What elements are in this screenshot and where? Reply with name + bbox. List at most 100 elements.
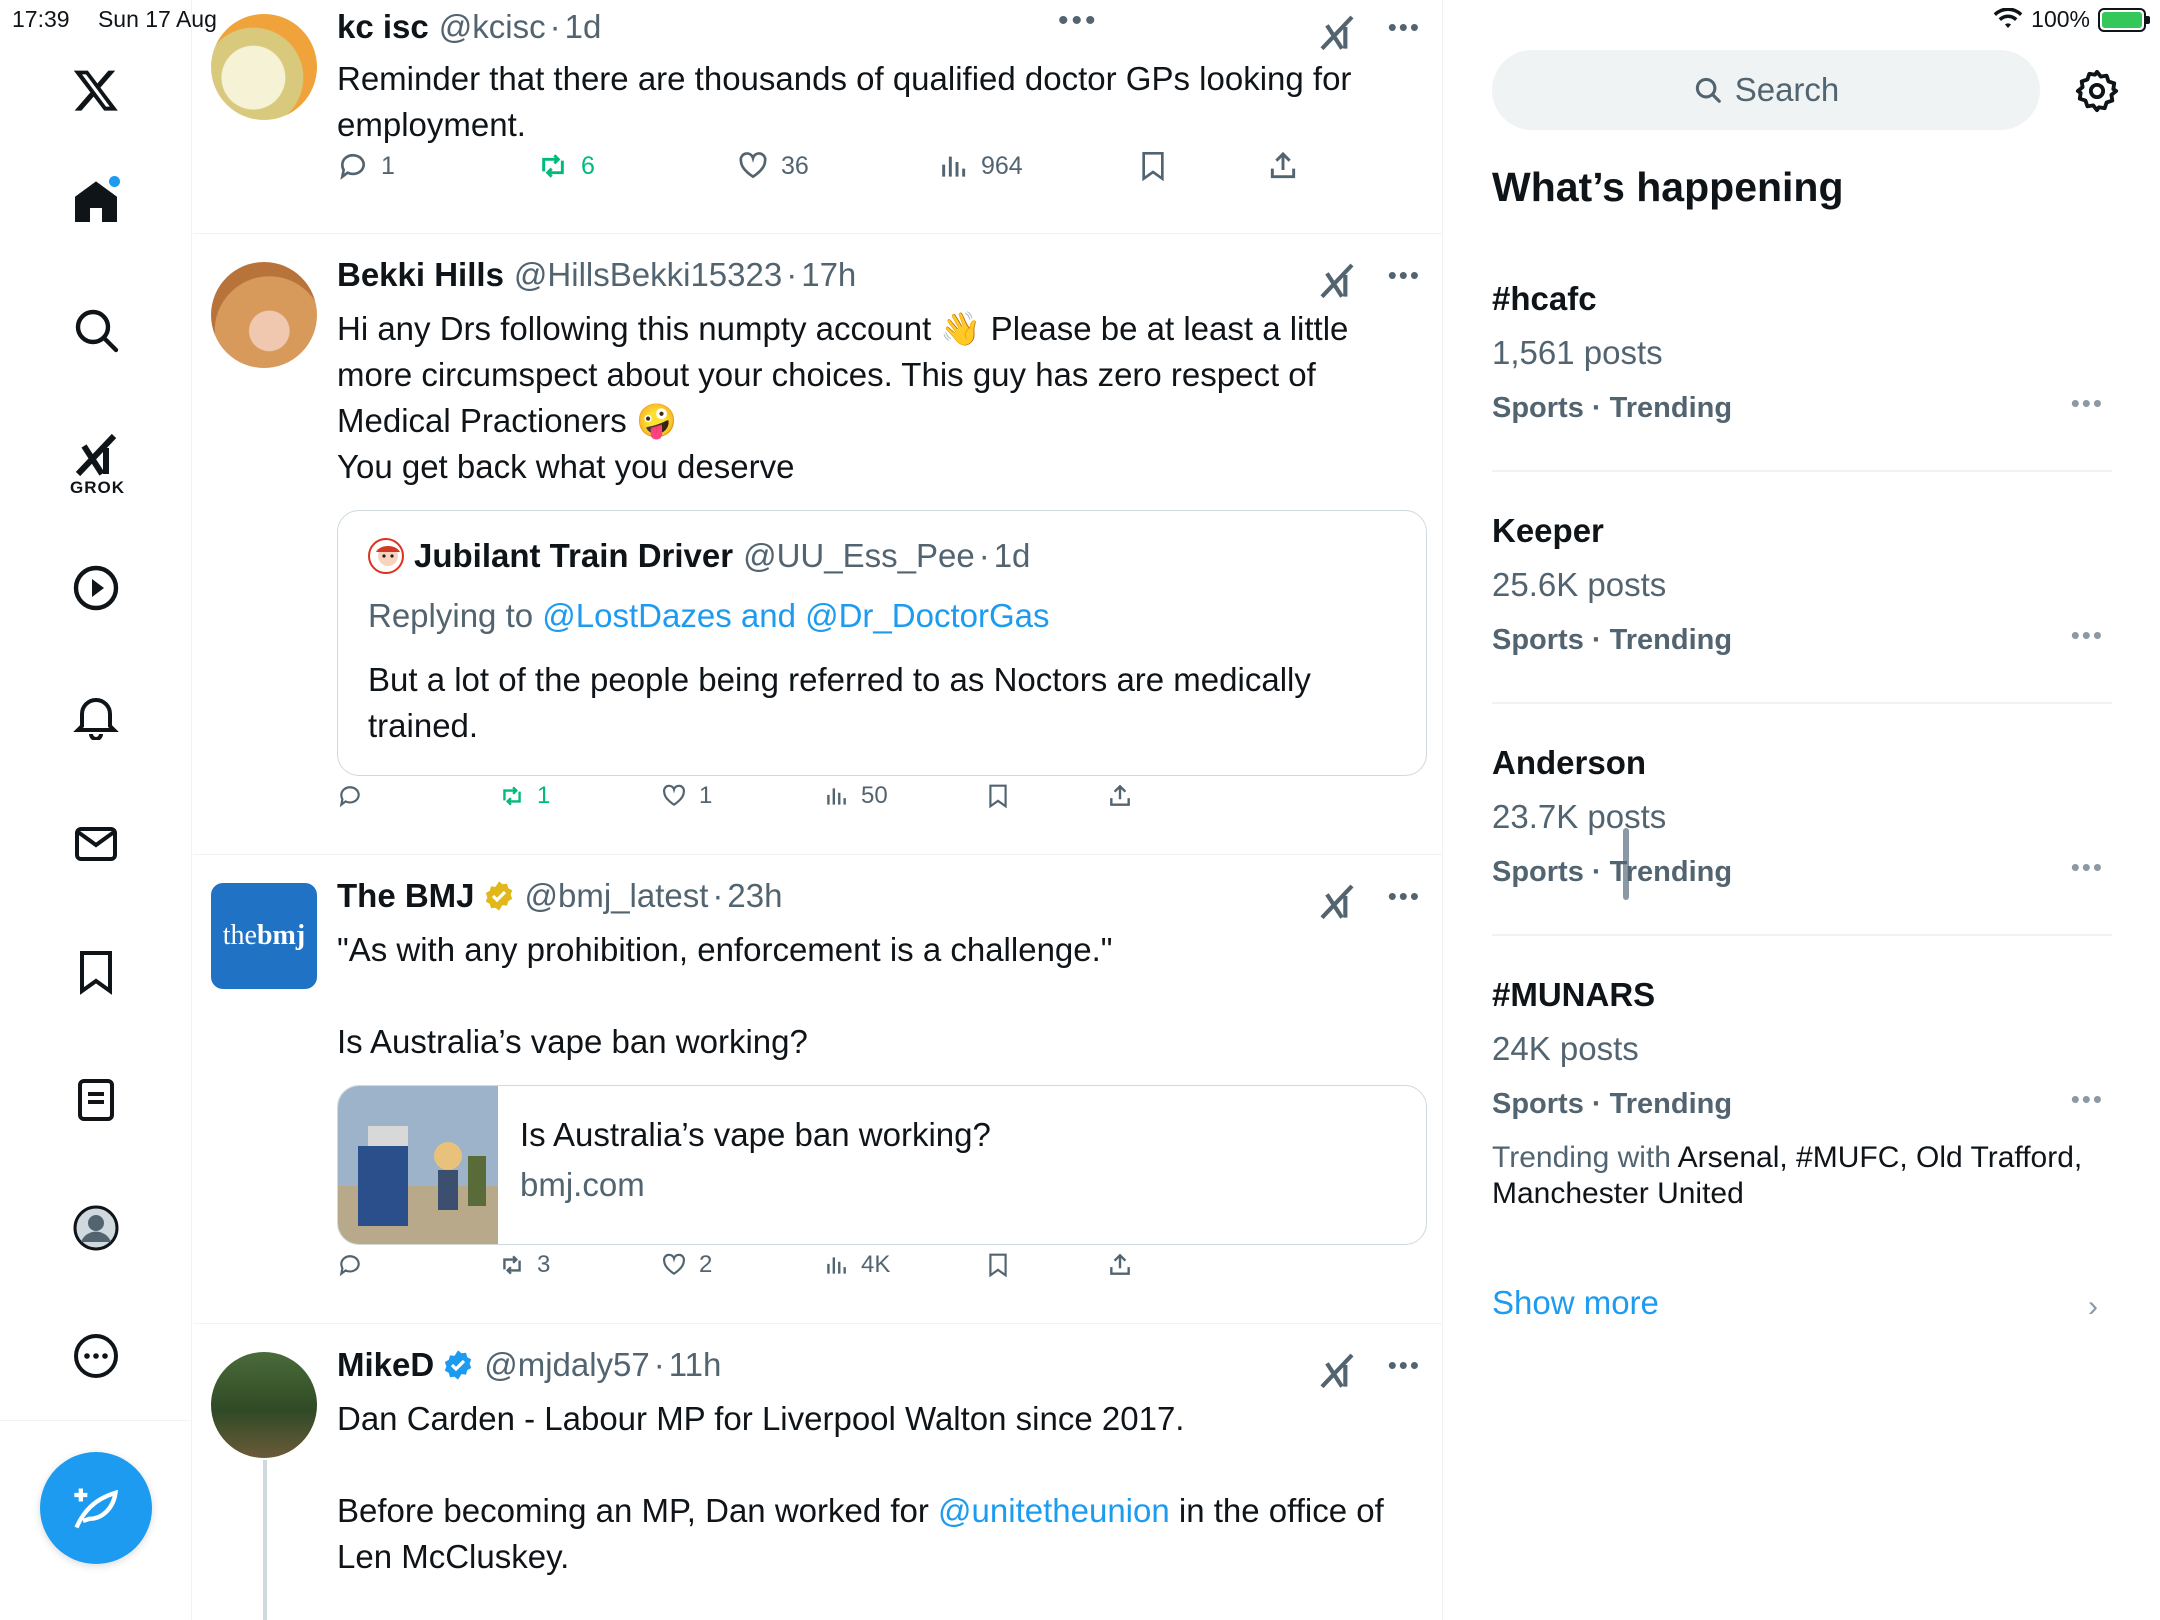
author-handle[interactable]: @bmj_latest	[525, 877, 709, 915]
nav-bookmarks[interactable]	[66, 942, 126, 1002]
nav-explore[interactable]	[66, 300, 126, 360]
bookmark-icon	[80, 951, 112, 995]
trend-more-icon[interactable]: •••	[2071, 1084, 2104, 1115]
trend-item[interactable]: Anderson 23.7K posts Sports · Trending •…	[1492, 744, 2112, 938]
show-more-link[interactable]: Show more	[1492, 1284, 1659, 1322]
tweet-time[interactable]: 17h	[801, 256, 856, 294]
nav-lists[interactable]	[66, 1070, 126, 1130]
share-icon	[1110, 1253, 1130, 1275]
more-options-icon[interactable]: •••	[1388, 12, 1421, 43]
quoted-tweet[interactable]: Jubilant Train Driver @UU_Ess_Pee · 1d R…	[337, 510, 1427, 776]
views-chart-icon	[942, 156, 966, 177]
trend-divider	[1492, 702, 2112, 704]
views-button[interactable]: 4K	[823, 1251, 890, 1279]
tweet[interactable]: MikeD @mjdaly57 · 11h ••• Dan Carden - L…	[193, 1324, 1443, 1620]
trend-item[interactable]: Keeper 25.6K posts Sports · Trending •••	[1492, 512, 2112, 706]
share-button[interactable]	[1267, 150, 1299, 182]
like-button[interactable]: 2	[661, 1251, 712, 1279]
reply-button[interactable]	[337, 783, 363, 809]
dot-separator: ·	[978, 537, 990, 574]
compose-button[interactable]	[40, 1452, 152, 1564]
quote-time: 1d	[993, 537, 1031, 574]
trend-item[interactable]: #hcafc 1,561 posts Sports · Trending •••	[1492, 280, 2112, 474]
like-button[interactable]: 36	[737, 150, 809, 182]
dot-separator: ·	[549, 8, 561, 45]
trend-more-icon[interactable]: •••	[2071, 388, 2104, 419]
more-options-icon[interactable]: •••	[1388, 1350, 1421, 1381]
bookmark-button[interactable]	[985, 783, 1011, 809]
avatar[interactable]	[211, 262, 317, 368]
tweet-header: The BMJ @bmj_latest · 23h	[337, 877, 782, 915]
grok-icon[interactable]	[1317, 260, 1357, 300]
tweet-time[interactable]: 11h	[669, 1346, 722, 1384]
nav-profile[interactable]	[66, 1198, 126, 1258]
tweet[interactable]: Bekki Hills @HillsBekki15323 · 17h ••• H…	[193, 234, 1443, 855]
trend-item[interactable]: #MUNARS 24K posts Sports · Trending ••• …	[1492, 976, 2112, 1226]
repost-button[interactable]: 3	[499, 1251, 550, 1279]
left-nav: GROK	[0, 0, 192, 1620]
share-button[interactable]	[1107, 1252, 1133, 1278]
nav-more[interactable]	[66, 1326, 126, 1386]
dot-separator: ·	[653, 1346, 665, 1383]
avatar[interactable]: the bmj	[211, 883, 317, 989]
more-options-icon[interactable]: •••	[1388, 881, 1421, 912]
tweet[interactable]: kc isc @kcisc · 1d ••• Reminder that the…	[193, 0, 1443, 234]
views-button[interactable]: 50	[823, 782, 888, 810]
more-options-icon[interactable]: •••	[1388, 260, 1421, 291]
gear-icon[interactable]	[2074, 68, 2120, 114]
nav-messages[interactable]	[66, 814, 126, 874]
author-handle[interactable]: @HillsBekki15323	[514, 256, 782, 294]
tweet-text-segment: Before becoming an MP, Dan worked for	[337, 1492, 939, 1529]
play-icon	[73, 565, 119, 611]
repost-icon	[542, 154, 564, 178]
search-input[interactable]: Search	[1492, 50, 2040, 130]
grok-icon[interactable]	[1317, 881, 1357, 921]
share-button[interactable]	[1107, 783, 1133, 809]
bookmark-button[interactable]	[985, 1252, 1011, 1278]
avatar[interactable]	[211, 14, 317, 120]
gold-verified-badge-icon	[485, 881, 512, 911]
views-button[interactable]: 964	[937, 150, 1023, 182]
nav-grok[interactable]	[66, 424, 126, 484]
trend-divider	[1492, 470, 2112, 472]
author-name[interactable]: Bekki Hills	[337, 256, 504, 294]
mention-link[interactable]: @unitetheunion	[938, 1492, 1170, 1529]
heart-icon	[663, 784, 685, 806]
grok-label: GROK	[70, 478, 125, 497]
trend-count: 1,561 posts	[1492, 334, 1663, 371]
share-icon	[1270, 151, 1296, 179]
tweet-time[interactable]: 23h	[727, 877, 782, 915]
more-circle-icon	[74, 1334, 118, 1378]
reply-button[interactable]	[337, 1252, 363, 1278]
like-button[interactable]: 1	[661, 782, 712, 810]
repost-button[interactable]: 6	[537, 150, 595, 182]
nav-video[interactable]	[66, 558, 126, 618]
nav-home[interactable]	[66, 172, 126, 232]
trend-tag: #hcafc	[1492, 280, 1597, 317]
tweet[interactable]: the bmj The BMJ @bmj_latest · 23h ••• "As…	[193, 855, 1443, 1324]
tweet-text-line: more circumspect about your choices. Thi…	[337, 356, 1316, 393]
trend-more-icon[interactable]: •••	[2071, 620, 2104, 651]
bookmark-button[interactable]	[1137, 150, 1169, 182]
grok-icon[interactable]	[1317, 1350, 1357, 1390]
replying-to-links[interactable]: @LostDazes and @Dr_DoctorGas	[542, 597, 1049, 634]
author-name[interactable]: MikeD	[337, 1346, 434, 1384]
author-name[interactable]: kc isc	[337, 8, 429, 46]
reply-button[interactable]: 1	[337, 150, 395, 182]
link-card[interactable]: Is Australia’s vape ban working? bmj.com	[337, 1085, 1427, 1245]
repost-count: 6	[581, 151, 595, 180]
chevron-right-icon[interactable]: ›	[2088, 1290, 2098, 1324]
repost-count: 3	[537, 1251, 551, 1278]
author-handle[interactable]: @kcisc	[439, 8, 546, 46]
nav-notifications[interactable]	[66, 686, 126, 746]
avatar[interactable]	[211, 1352, 317, 1458]
grok-icon[interactable]	[1317, 12, 1357, 52]
repost-button[interactable]: 1	[499, 782, 550, 810]
author-handle[interactable]: @mjdaly57	[484, 1346, 650, 1384]
trend-count: 23.7K posts	[1492, 798, 1667, 835]
x-logo-icon[interactable]	[66, 60, 126, 120]
author-name[interactable]: The BMJ	[337, 877, 475, 915]
tweet-time[interactable]: 1d	[565, 8, 602, 46]
trend-more-icon[interactable]: •••	[2071, 852, 2104, 883]
quote-author-handle: @UU_Ess_Pee	[743, 537, 975, 574]
